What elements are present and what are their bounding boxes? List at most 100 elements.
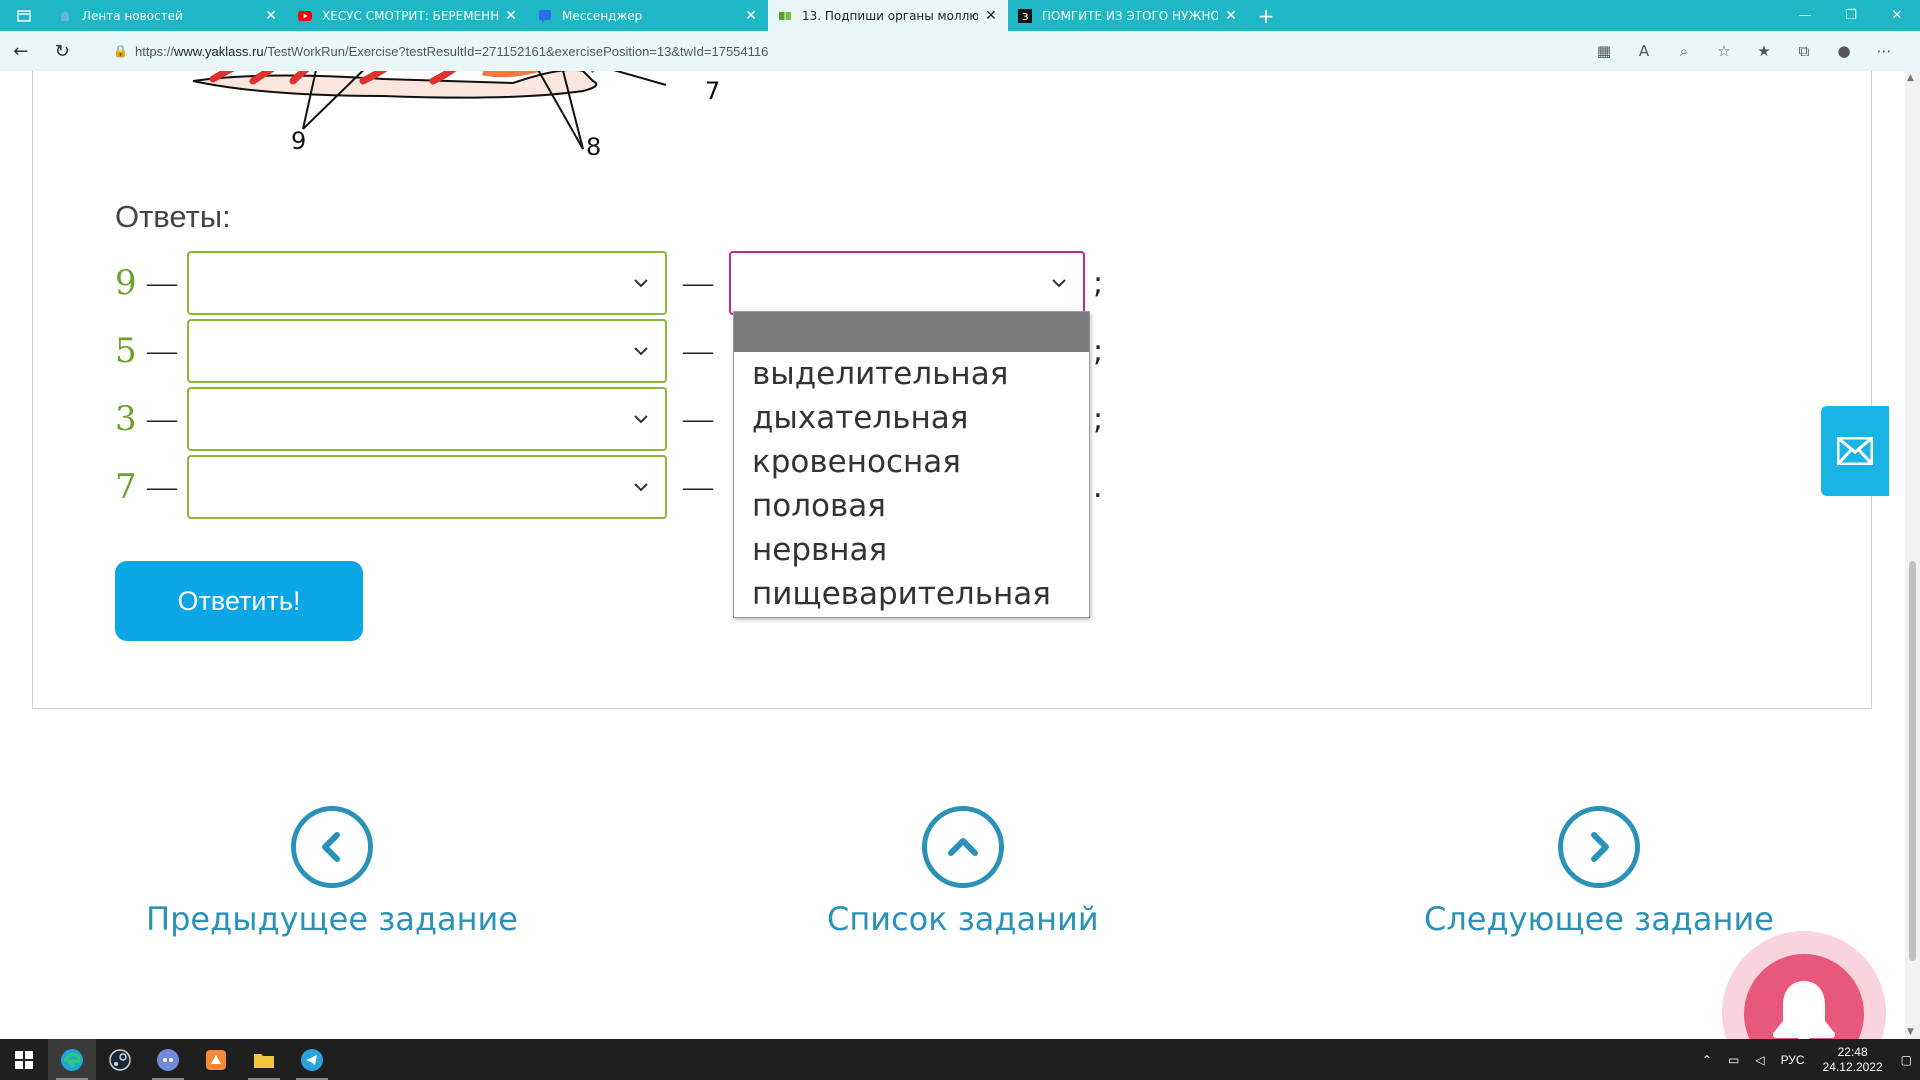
scrollbar-thumb[interactable] — [1909, 561, 1916, 961]
new-tab-button[interactable]: + — [1248, 0, 1284, 31]
clock-date: 24.12.2022 — [1822, 1059, 1883, 1074]
tab-news[interactable]: Лента новостей ✕ — [48, 0, 288, 31]
zoom-icon[interactable]: ⌕ — [1664, 31, 1704, 71]
task-list-label: Список заданий — [827, 900, 1099, 938]
profile-avatar[interactable]: ● — [1824, 31, 1864, 71]
row-number: 3 — [115, 399, 137, 439]
tab-yaklass[interactable]: 13. Подпиши органы моллюска ✕ — [768, 0, 1008, 31]
dropdown-option[interactable]: выделительная — [734, 352, 1089, 396]
dash: — — [147, 402, 177, 435]
network-icon[interactable]: ▭ — [1720, 1053, 1747, 1067]
chevron-up-icon[interactable]: ⌃ — [1694, 1053, 1720, 1067]
window-controls: — ❐ ✕ — [1782, 0, 1920, 31]
row-number: 7 — [115, 467, 137, 507]
close-tab-icon[interactable]: ✕ — [264, 8, 278, 24]
bell-icon — [1773, 981, 1835, 1039]
row-number: 9 — [115, 263, 137, 303]
minimize-icon[interactable]: — — [1782, 0, 1828, 31]
submit-answer-button[interactable]: Ответить! — [115, 561, 363, 641]
lock-icon[interactable]: 🔒 — [113, 44, 135, 58]
app-available-icon[interactable]: ▦ — [1584, 31, 1624, 71]
dash: — — [147, 334, 177, 367]
tab-title: 13. Подпиши органы моллюска — [802, 8, 978, 23]
figure-label-7: 7 — [705, 77, 720, 105]
tab-actions-button[interactable] — [0, 0, 48, 31]
prev-task-link[interactable]: Предыдущее задание — [146, 806, 518, 938]
language-indicator[interactable]: РУС — [1773, 1053, 1813, 1067]
read-aloud-icon[interactable]: A — [1624, 31, 1664, 71]
collections-icon[interactable]: ⧉ — [1784, 31, 1824, 71]
taskbar-telegram[interactable] — [288, 1039, 336, 1080]
close-tab-icon[interactable]: ✕ — [1224, 8, 1238, 24]
back-arrow-icon: ← — [13, 40, 29, 62]
app-orange-icon — [206, 1049, 226, 1070]
page-scrollbar[interactable]: ▲ ▼ — [1905, 71, 1920, 1039]
system-select[interactable] — [729, 251, 1085, 315]
taskbar-discord[interactable] — [144, 1039, 192, 1080]
refresh-button[interactable]: ↻ — [41, 31, 82, 71]
tab-title: Мессенджер — [562, 8, 643, 23]
close-window-icon[interactable]: ✕ — [1874, 0, 1920, 31]
row-punct: ; — [1093, 265, 1104, 301]
taskbar-app[interactable] — [192, 1039, 240, 1080]
dash: — — [683, 334, 713, 367]
prev-task-label: Предыдущее задание — [146, 900, 518, 938]
start-button[interactable] — [0, 1039, 48, 1080]
row-punct: ; — [1093, 333, 1104, 369]
scroll-down-icon[interactable]: ▼ — [1907, 1027, 1914, 1037]
feedback-mail-button[interactable] — [1821, 406, 1889, 496]
dash: — — [683, 402, 713, 435]
add-favorite-icon[interactable]: ☆ — [1704, 31, 1744, 71]
address-toolbar: ← ↻ 🔒 https:// www.yaklass.ru /TestWorkR… — [0, 31, 1920, 71]
url-host: www.yaklass.ru — [174, 43, 264, 59]
task-list-link[interactable]: Список заданий — [827, 806, 1099, 938]
close-tab-icon[interactable]: ✕ — [504, 8, 518, 24]
windows-logo-icon — [15, 1050, 33, 1069]
url-bar[interactable]: 🔒 https:// www.yaklass.ru /TestWorkRun/E… — [113, 36, 1584, 66]
tab-messenger[interactable]: Мессенджер ✕ — [528, 0, 768, 31]
browser-tools: ▦ A ⌕ ☆ ★ ⧉ ● ⋯ — [1584, 31, 1904, 71]
row-punct: . — [1093, 469, 1103, 505]
dropdown-option[interactable]: половая — [734, 484, 1089, 528]
mail-icon — [1837, 437, 1873, 465]
chevron-left-circle-icon — [290, 806, 373, 888]
taskbar-edge[interactable] — [48, 1039, 96, 1080]
tab-title: ХЕСУС СМОТРИТ: БЕРЕМЕННА — [322, 8, 498, 23]
tab-title: ПОМГИТЕ ИЗ ЭТОГО НУЖНО В — [1042, 8, 1218, 23]
restore-icon[interactable]: ❐ — [1828, 0, 1874, 31]
close-tab-icon[interactable]: ✕ — [744, 8, 758, 24]
tab-znanija[interactable]: З ПОМГИТЕ ИЗ ЭТОГО НУЖНО В ✕ — [1008, 0, 1248, 31]
folder-icon — [254, 1053, 274, 1068]
organ-select[interactable] — [187, 251, 667, 315]
dropdown-option[interactable]: пищеварительная — [734, 572, 1089, 616]
volume-icon[interactable]: ◁ — [1747, 1053, 1772, 1067]
tab-title: Лента новостей — [82, 8, 183, 23]
discord-icon — [157, 1048, 179, 1071]
organ-select[interactable] — [187, 455, 667, 519]
clock[interactable]: 22:48 24.12.2022 — [1813, 1045, 1893, 1075]
back-button[interactable]: ← — [0, 31, 41, 71]
next-task-label: Следующее задание — [1424, 900, 1774, 938]
dropdown-option[interactable]: дыхательная — [734, 396, 1089, 440]
steam-icon — [109, 1048, 131, 1071]
notifications-icon[interactable]: ▢ — [1893, 1053, 1920, 1067]
favorites-icon[interactable]: ★ — [1744, 31, 1784, 71]
dropdown-option[interactable]: кровеносная — [734, 440, 1089, 484]
dropdown-option[interactable]: нервная — [734, 528, 1089, 572]
row-number: 5 — [115, 331, 137, 371]
close-tab-icon[interactable]: ✕ — [984, 8, 998, 24]
taskbar-steam[interactable] — [96, 1039, 144, 1080]
chevron-down-icon — [634, 279, 648, 288]
scroll-up-icon[interactable]: ▲ — [1907, 73, 1914, 83]
taskbar-explorer[interactable] — [240, 1039, 288, 1080]
next-task-link[interactable]: Следующее задание — [1424, 806, 1774, 938]
more-options-icon[interactable]: ⋯ — [1864, 31, 1904, 71]
chevron-down-icon — [1052, 279, 1066, 288]
telegram-icon — [301, 1048, 323, 1071]
organ-select[interactable] — [187, 319, 667, 383]
answers-title: Ответы: — [115, 199, 231, 234]
chevron-right-circle-icon — [1557, 806, 1640, 888]
tab-youtube[interactable]: ХЕСУС СМОТРИТ: БЕРЕМЕННА ✕ — [288, 0, 528, 31]
dropdown-blank-option[interactable] — [734, 312, 1089, 352]
organ-select[interactable] — [187, 387, 667, 451]
